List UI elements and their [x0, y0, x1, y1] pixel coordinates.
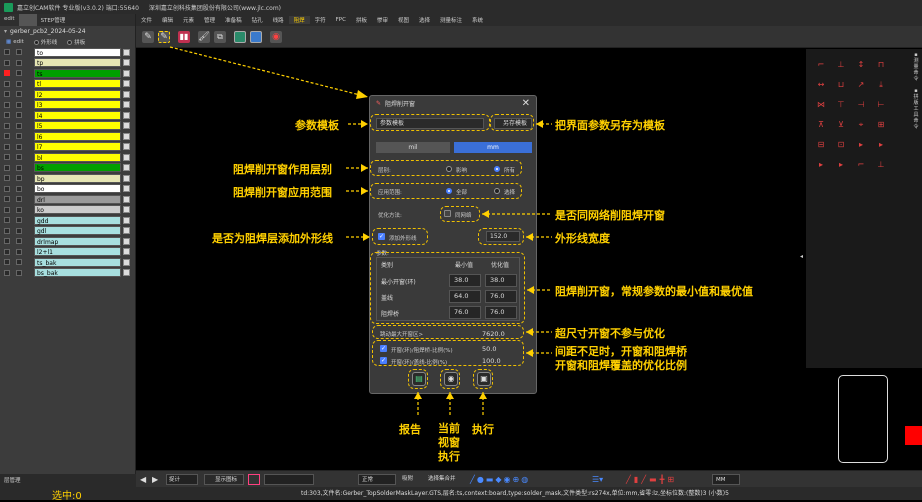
annotation-apply-range: 阻焊削开窗应用范围 — [233, 186, 332, 199]
annotation-layer-effect: 阻焊削开窗作用层别 — [233, 163, 332, 176]
annotation-param-template: 参数模板 — [295, 119, 339, 132]
annotation-add-outline: 是否为阻焊层添加外形线 — [212, 232, 333, 245]
annotation-outline-width: 外形线宽度 — [555, 232, 610, 245]
annotation-arrows — [169, 46, 552, 415]
annotation-same-net: 是否同网络削阻焊开窗 — [555, 209, 665, 222]
annotation-current-view-3: 执行 — [438, 450, 460, 463]
annotation-oversize: 超尺寸开窗不参与优化 — [555, 327, 665, 340]
annotation-execute: 执行 — [472, 423, 494, 436]
annotation-ratio-2: 开窗和阻焊覆盖的优化比例 — [555, 359, 687, 372]
annotation-min-opt: 阻焊削开窗，常规参数的最小值和最优值 — [555, 285, 753, 298]
annotation-save-template: 把界面参数另存为模板 — [555, 119, 665, 132]
annotation-report: 报告 — [399, 423, 421, 436]
